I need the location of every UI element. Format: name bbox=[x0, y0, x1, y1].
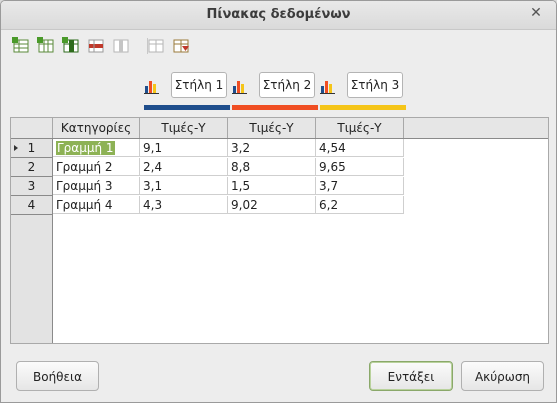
row-number[interactable]: 1 bbox=[11, 139, 52, 158]
table-cell[interactable]: Γραμμή 1 bbox=[53, 139, 140, 157]
column-header-row: Κατηγορίες Τιμές-Υ Τιμές-Υ Τιμές-Υ bbox=[11, 118, 548, 139]
series-name-field[interactable]: Στήλη 3 bbox=[347, 72, 403, 98]
series-color-bar bbox=[320, 105, 406, 110]
table-cell[interactable]: 3,2 bbox=[228, 139, 316, 157]
insert-row-icon[interactable] bbox=[12, 37, 30, 55]
table-cell[interactable]: 9,1 bbox=[140, 139, 228, 157]
insert-series-icon[interactable] bbox=[37, 37, 55, 55]
table-cell[interactable]: 1,5 bbox=[228, 177, 316, 195]
close-icon[interactable]: ✕ bbox=[528, 5, 544, 21]
help-button[interactable]: Βοήθεια bbox=[16, 361, 99, 391]
ok-button[interactable]: Εντάξει bbox=[369, 361, 453, 391]
data-table-dialog: Πίνακας δεδομένων ✕ Στήλη 1 Στήλη 2 Στήλ… bbox=[0, 0, 557, 403]
table-cell[interactable]: 4,3 bbox=[140, 196, 228, 214]
series-color-bar bbox=[144, 105, 230, 110]
series-name-field[interactable]: Στήλη 2 bbox=[259, 72, 315, 98]
table-cell[interactable]: 3,1 bbox=[140, 177, 228, 195]
table-cell[interactable]: Γραμμή 3 bbox=[53, 177, 140, 195]
table-cell[interactable]: 9,02 bbox=[228, 196, 316, 214]
table-cell[interactable]: 6,2 bbox=[316, 196, 404, 214]
chart-bar-icon bbox=[232, 81, 247, 94]
chart-bar-icon bbox=[144, 81, 159, 94]
series-headers: Στήλη 1 Στήλη 2 Στήλη 3 bbox=[1, 72, 556, 110]
table-cell[interactable]: Γραμμή 2 bbox=[53, 158, 140, 176]
column-header[interactable]: Τιμές-Υ bbox=[140, 118, 228, 138]
table-cell[interactable]: 4,54 bbox=[316, 139, 404, 157]
cell-value: Γραμμή 1 bbox=[56, 141, 115, 155]
series-name-field[interactable]: Στήλη 1 bbox=[171, 72, 227, 98]
delete-row-icon[interactable] bbox=[87, 37, 105, 55]
table-cell[interactable]: 8,8 bbox=[228, 158, 316, 176]
data-grid: Κατηγορίες Τιμές-Υ Τιμές-Υ Τιμές-Υ 1 Γρα… bbox=[10, 117, 549, 344]
table-cell[interactable]: 2,4 bbox=[140, 158, 228, 176]
current-row-arrow-icon bbox=[14, 145, 18, 151]
move-row-down-icon[interactable] bbox=[172, 37, 190, 55]
window-title: Πίνακας δεδομένων bbox=[206, 7, 351, 22]
column-header[interactable]: Τιμές-Υ bbox=[228, 118, 316, 138]
table-cell[interactable]: 9,65 bbox=[316, 158, 404, 176]
series-color-bar bbox=[232, 105, 318, 110]
row-number[interactable]: 2 bbox=[11, 158, 52, 177]
move-series-left-icon[interactable] bbox=[147, 37, 165, 55]
delete-series-icon[interactable] bbox=[112, 37, 130, 55]
table-cell[interactable]: 3,7 bbox=[316, 177, 404, 195]
corner-cell bbox=[11, 118, 53, 138]
title-bar: Πίνακας δεδομένων ✕ bbox=[1, 1, 556, 30]
cancel-button[interactable]: Ακύρωση bbox=[461, 361, 544, 391]
chart-bar-icon bbox=[320, 81, 335, 94]
row-number-label: 1 bbox=[27, 141, 36, 155]
column-header[interactable]: Κατηγορίες bbox=[53, 118, 140, 138]
column-header[interactable]: Τιμές-Υ bbox=[316, 118, 404, 138]
table-cell[interactable]: Γραμμή 4 bbox=[53, 196, 140, 214]
row-number[interactable]: 4 bbox=[11, 196, 52, 215]
insert-text-column-icon[interactable] bbox=[62, 37, 80, 55]
row-number[interactable]: 3 bbox=[11, 177, 52, 196]
